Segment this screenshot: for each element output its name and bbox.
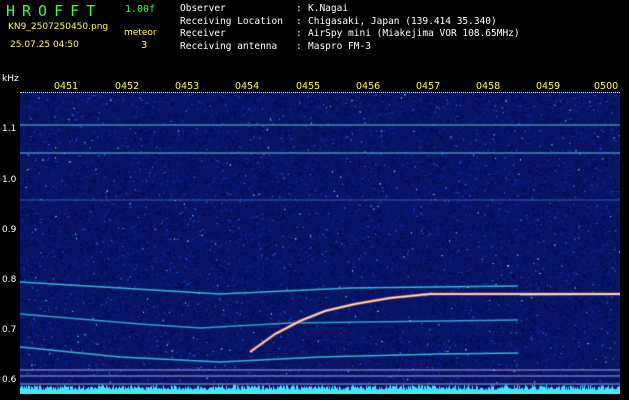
y-axis-unit: kHz bbox=[2, 74, 19, 84]
x-tick-label: 0454 bbox=[235, 81, 260, 92]
info-row-receiver: Receiver: AirSpy mini (Miakejima VOR 108.… bbox=[180, 28, 520, 41]
info-value: Maspro FM-3 bbox=[308, 40, 371, 52]
x-tick-label: 0453 bbox=[175, 81, 200, 92]
info-value: Chigasaki, Japan (139.414 35.340) bbox=[308, 15, 497, 27]
info-key: Receiving Location bbox=[180, 15, 283, 27]
app-version: 1.00f bbox=[125, 4, 156, 15]
info-value: K.Nagai bbox=[308, 3, 349, 14]
info-row-antenna: Receiving antenna: Maspro FM-3 bbox=[180, 41, 520, 54]
info-key: Receiver bbox=[180, 28, 226, 39]
hrofft-window: HROFFT 1.00f KN9_2507250450.png meteor 2… bbox=[0, 0, 629, 400]
meteor-label: meteor bbox=[124, 28, 157, 38]
x-tick-label: 0456 bbox=[356, 81, 381, 92]
info-row-observer: Observer: K.Nagai bbox=[180, 3, 520, 16]
y-tick-label: 1.0 bbox=[2, 175, 17, 185]
x-tick-label: 0457 bbox=[416, 81, 441, 92]
info-row-location: Receiving Location: Chigasaki, Japan (139… bbox=[180, 16, 520, 29]
y-tick-label: 0.7 bbox=[2, 325, 17, 335]
x-tick-label: 0458 bbox=[476, 81, 501, 92]
observation-info: Observer: K.Nagai Receiving Location: Chig… bbox=[180, 3, 520, 53]
x-tick-label: 0451 bbox=[54, 81, 79, 92]
time-axis-line bbox=[20, 92, 620, 96]
observation-datetime: 25.07.25 04:50 bbox=[10, 40, 79, 50]
x-tick-label: 0455 bbox=[296, 81, 321, 92]
app-title: HROFFT bbox=[6, 2, 103, 20]
info-separator: : bbox=[296, 15, 302, 27]
info-key: Receiving antenna bbox=[180, 40, 278, 52]
info-separator: : bbox=[296, 28, 302, 39]
info-key: Observer bbox=[180, 3, 226, 14]
meteor-count: 3 bbox=[141, 40, 148, 51]
info-value: AirSpy mini (Miakejima VOR 108.65MHz) bbox=[308, 28, 520, 39]
x-tick-label: 0459 bbox=[536, 81, 561, 92]
y-tick-label: 0.9 bbox=[2, 225, 17, 235]
x-tick-label: 0452 bbox=[115, 81, 140, 92]
y-tick-label: 0.6 bbox=[2, 375, 17, 385]
info-separator: : bbox=[296, 3, 302, 14]
info-separator: : bbox=[296, 40, 302, 52]
file-name: KN9_2507250450.png bbox=[8, 22, 109, 32]
spectrogram bbox=[20, 76, 620, 394]
x-tick-label: 0500 bbox=[594, 81, 619, 92]
y-tick-label: 1.1 bbox=[2, 124, 17, 134]
y-tick-label: 0.8 bbox=[2, 275, 17, 285]
